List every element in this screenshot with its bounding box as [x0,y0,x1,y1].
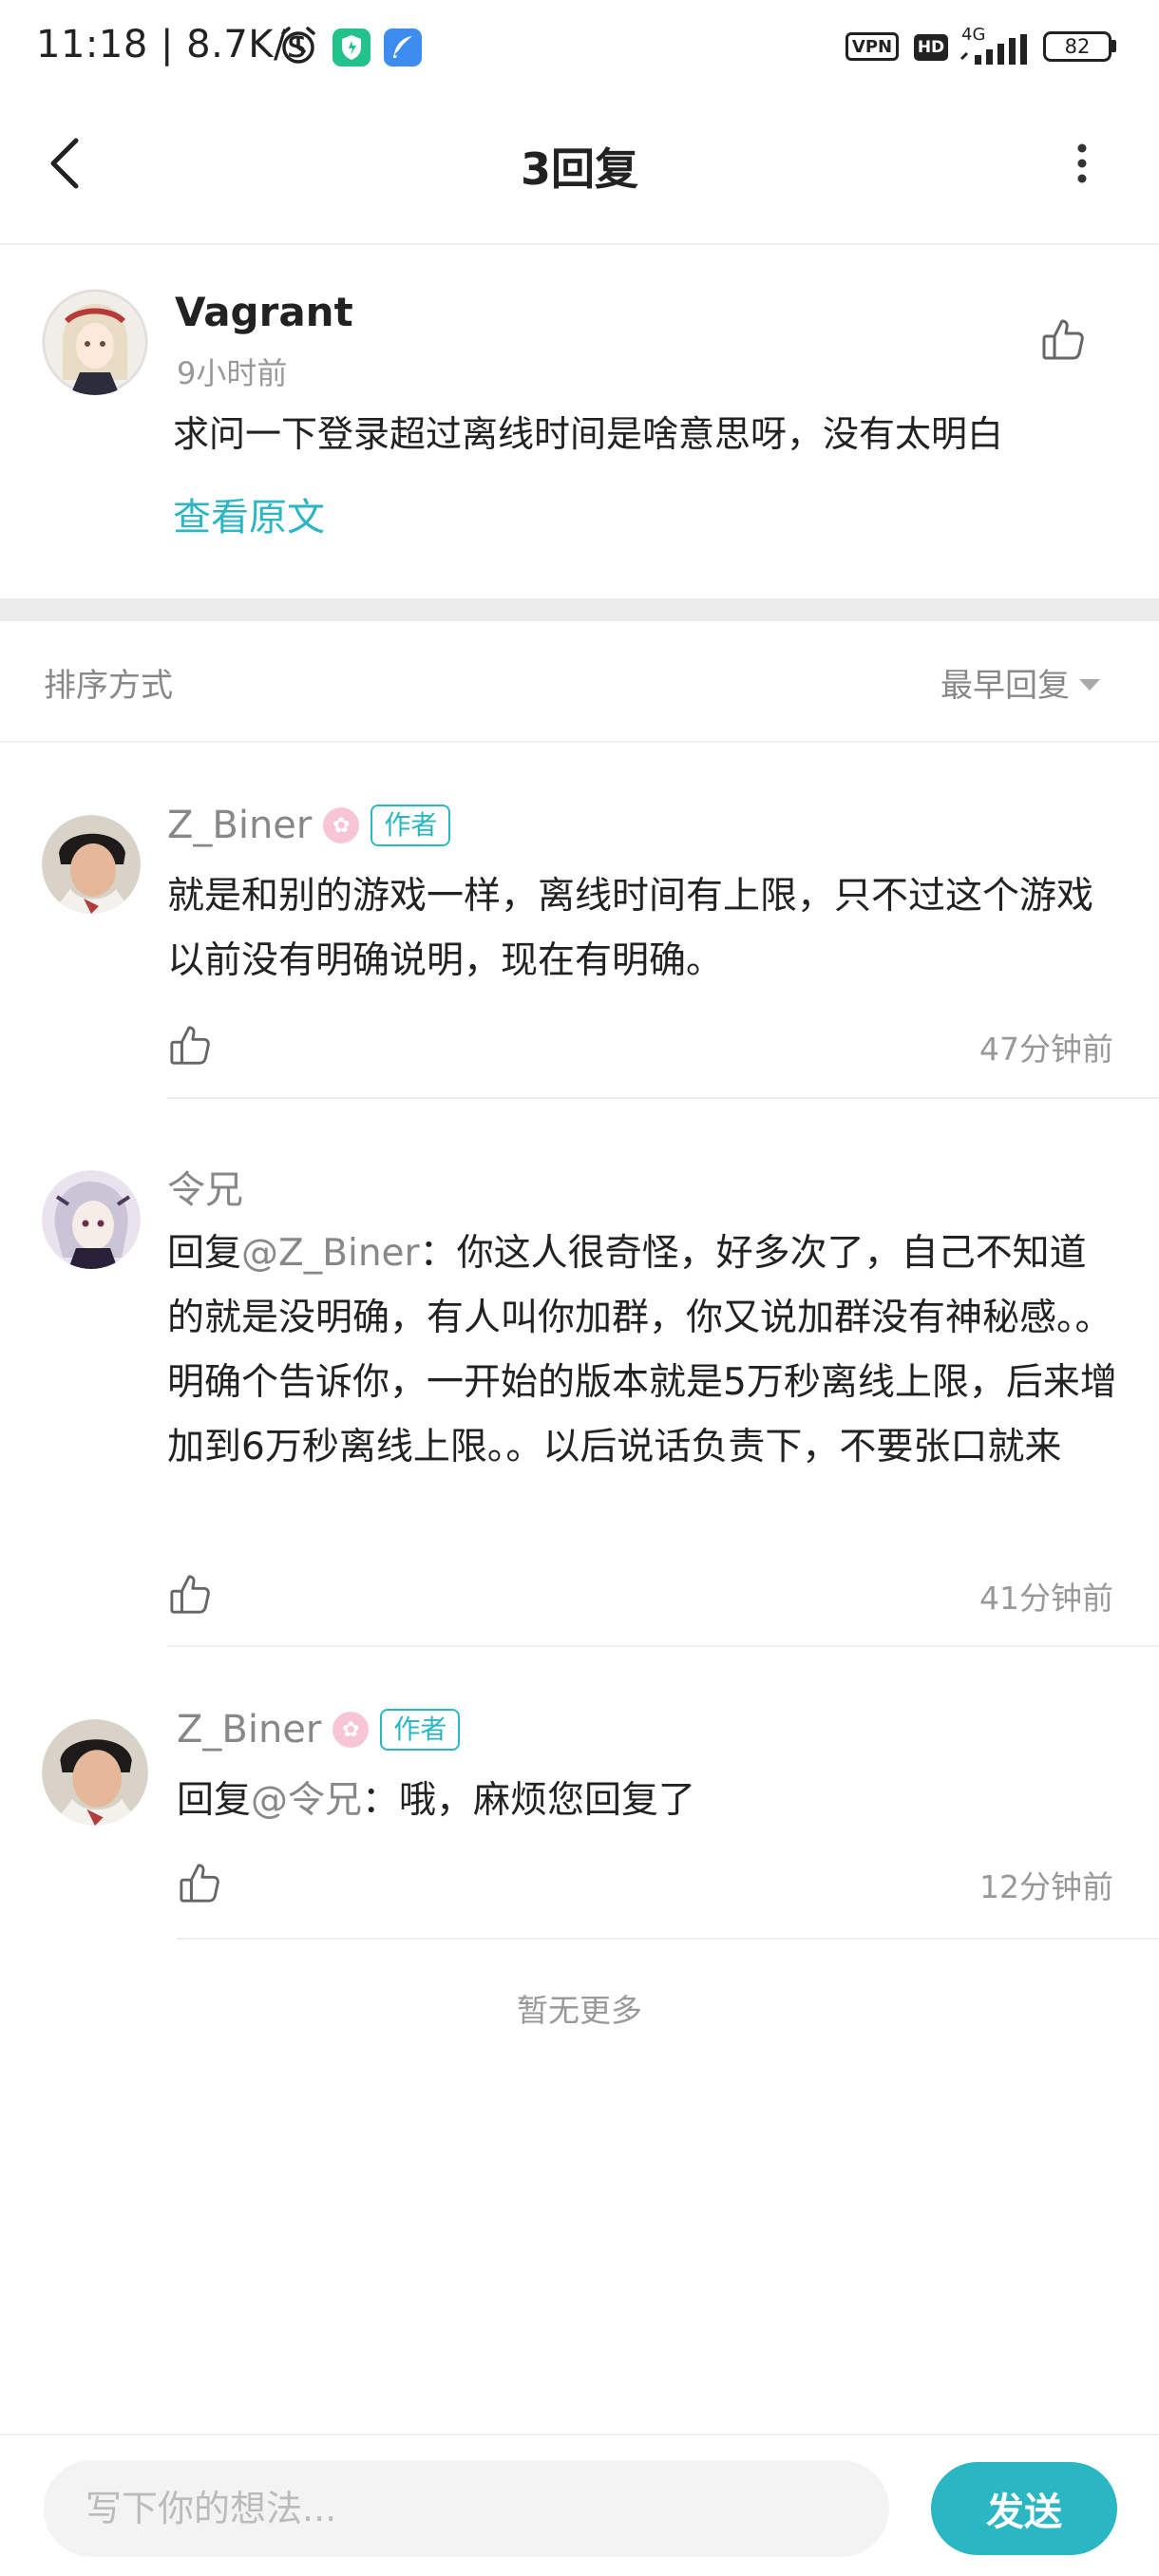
bottom-divider [0,2434,1159,2435]
fan-badge-icon: ✿ [323,807,360,843]
reply-text: 回复@Z_Biner：你这人很奇怪，好多次了，自己不知道的就是没明确，有人叫你加… [167,1222,1117,1480]
vpn-indicator: VPN [846,32,899,61]
reply-divider [177,1938,1159,1940]
avatar[interactable] [42,1719,148,1826]
sort-dropdown[interactable]: 最早回复 [940,659,1100,706]
reply-author-row: Z_Biner ✿ 作者 [177,1708,461,1752]
caret-down-icon [1079,678,1100,691]
reply-timestamp: 12分钟前 [979,1868,1113,1905]
alarm-icon [281,27,315,64]
avatar[interactable] [42,289,148,395]
more-vertical-icon [1077,143,1087,183]
shield-app-icon [332,28,370,66]
original-content: 求问一下登录超过离线时间是啥意思呀，没有太明白 [173,413,1004,455]
mention-link[interactable]: @令兄 [251,1779,362,1822]
reply-author-name[interactable]: 令兄 [167,1159,243,1214]
fan-badge-icon: ✿ [332,1712,370,1748]
mention-link[interactable]: @Z_Biner [241,1232,420,1275]
feather-app-icon [384,28,422,66]
avatar-image [42,815,141,914]
comment-input[interactable] [44,2460,889,2557]
avatar-image [42,1719,148,1826]
hd-indicator: HD [914,34,948,61]
send-button[interactable]: 发送 [931,2462,1117,2555]
signal-icon [960,34,1027,65]
no-more-text: 暂无更多 [517,1992,642,2029]
original-timestamp: 9小时前 [177,355,288,391]
section-separator [0,598,1159,621]
status-time: 11:18 | 8.7K/s [36,23,308,66]
reply-author-row: Z_Biner ✿ 作者 [167,804,451,847]
avatar[interactable] [42,1170,141,1269]
reply-divider [167,1097,1159,1099]
reply-text: 回复@令兄：哦，麻烦您回复了 [177,1769,1108,1833]
author-badge: 作者 [370,805,451,846]
reply-prefix: 回复 [177,1779,252,1822]
view-original-link[interactable]: 查看原文 [173,486,325,541]
reply-like-button[interactable] [169,1024,213,1068]
page-title: 3回复 [520,143,638,195]
sort-label: 排序方式 [44,667,173,705]
thumbs-up-icon [170,1575,210,1614]
thumbs-up-icon [1042,319,1084,360]
author-badge: 作者 [380,1709,461,1751]
reply-author-name[interactable]: Z_Biner [167,804,312,847]
original-like-button[interactable] [1041,317,1089,365]
reply-author-name[interactable]: Z_Biner [177,1708,321,1752]
battery-indicator: 82 [1043,31,1112,62]
sort-selected: 最早回复 [940,667,1070,705]
avatar[interactable] [42,815,141,914]
reply-timestamp: 47分钟前 [979,1031,1113,1068]
avatar-image [42,289,148,395]
reply-body: ：哦，麻烦您回复了 [362,1779,696,1822]
header-divider [0,243,1159,245]
battery-tip [1112,40,1116,52]
sort-divider [0,741,1159,743]
reply-like-button[interactable] [169,1573,213,1617]
original-author-name[interactable]: Vagrant [175,289,353,335]
avatar-image [42,1170,141,1269]
reply-like-button[interactable] [179,1862,222,1905]
reply-author-row: 令兄 [167,1159,243,1214]
thumbs-up-icon [170,1026,210,1065]
reply-timestamp: 41分钟前 [979,1580,1113,1617]
reply-divider [167,1645,1159,1647]
reply-prefix: 回复 [167,1232,242,1275]
thumbs-up-icon [180,1864,219,1903]
more-options-button[interactable] [1058,133,1106,194]
reply-text: 就是和别的游戏一样，离线时间有上限，只不过这个游戏以前没有明确说明，现在有明确。 [167,875,1094,982]
